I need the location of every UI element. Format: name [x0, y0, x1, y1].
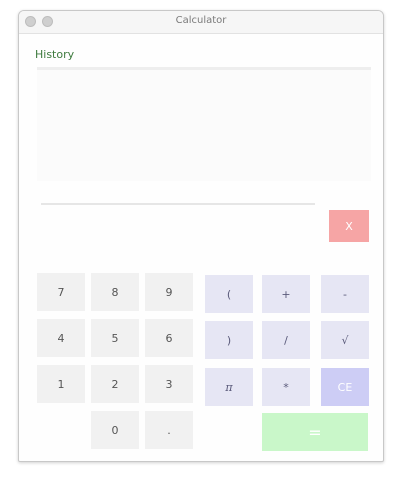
key-2[interactable]: 2 — [91, 365, 139, 403]
key-right-paren[interactable]: ) — [205, 321, 253, 359]
key-0[interactable]: 0 — [91, 411, 139, 449]
clear-button[interactable]: X — [329, 210, 369, 242]
key-clear-entry[interactable]: CE — [321, 368, 369, 406]
key-sqrt[interactable]: √ — [321, 321, 369, 359]
key-divide[interactable]: / — [262, 321, 310, 359]
history-panel — [37, 67, 371, 181]
key-4[interactable]: 4 — [37, 319, 85, 357]
key-pi[interactable]: π — [205, 368, 253, 406]
history-label: History — [35, 48, 75, 61]
key-decimal[interactable]: . — [145, 411, 193, 449]
expression-input[interactable] — [41, 203, 315, 243]
key-multiply[interactable]: * — [262, 368, 310, 406]
key-6[interactable]: 6 — [145, 319, 193, 357]
key-minus[interactable]: - — [321, 275, 369, 313]
window-title: Calculator — [175, 15, 227, 26]
key-9[interactable]: 9 — [145, 273, 193, 311]
key-8[interactable]: 8 — [91, 273, 139, 311]
title-bar: Calculator — [19, 11, 383, 34]
key-3[interactable]: 3 — [145, 365, 193, 403]
key-5[interactable]: 5 — [91, 319, 139, 357]
key-7[interactable]: 7 — [37, 273, 85, 311]
calculator-window: Calculator History X 7 8 9 4 5 6 1 2 3 0… — [18, 10, 384, 462]
key-equals[interactable]: = — [262, 413, 368, 451]
key-left-paren[interactable]: ( — [205, 275, 253, 313]
key-plus[interactable]: + — [262, 275, 310, 313]
key-1[interactable]: 1 — [37, 365, 85, 403]
